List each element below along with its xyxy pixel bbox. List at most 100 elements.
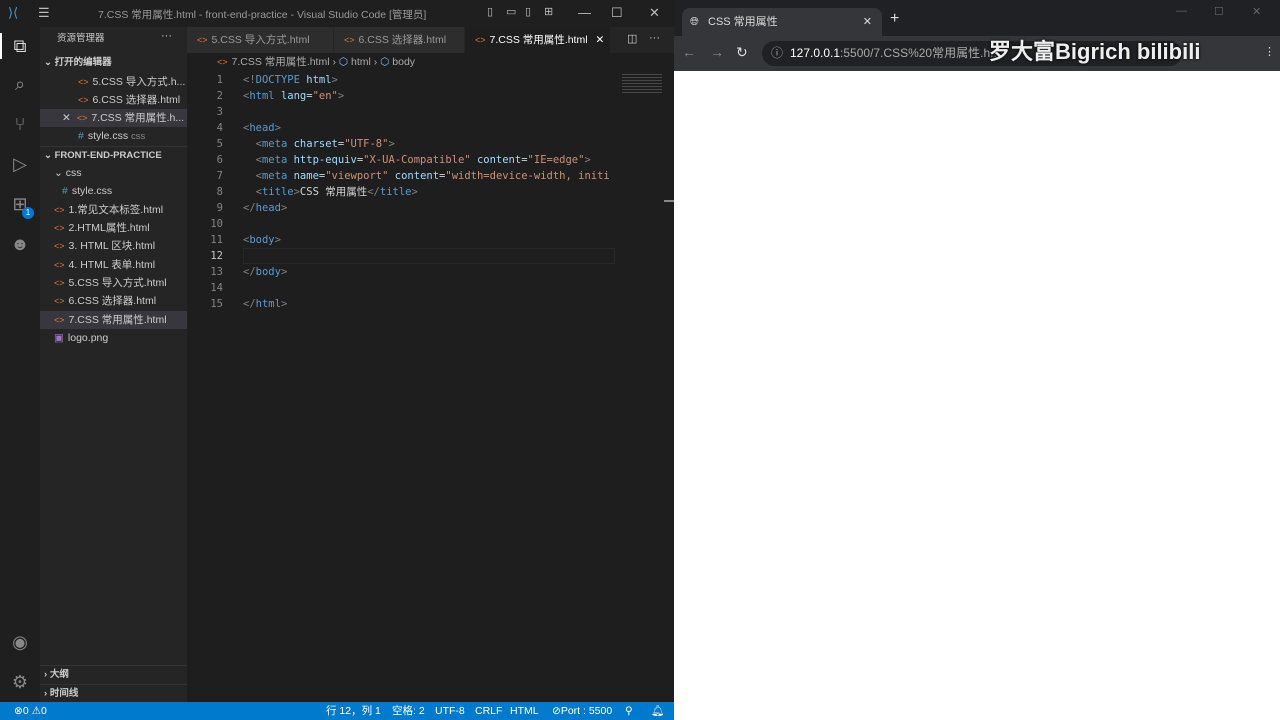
- globe-icon: 🌐︎: [690, 16, 699, 28]
- open-editor-item[interactable]: # style.css css: [40, 127, 187, 145]
- file-label: 4. HTML 表单.html: [68, 259, 156, 271]
- search-icon[interactable]: ⌕: [9, 73, 31, 95]
- activity-bar: ⧉ ⌕ ⑂ ▷ ⊞ 1 ☻ ◉ ⚙: [0, 27, 40, 702]
- close-icon[interactable]: ✕: [62, 112, 71, 124]
- file-label: style.css: [71, 185, 113, 197]
- file-item[interactable]: <> 1.常见文本标签.html: [40, 201, 187, 219]
- timeline-label: 时间线: [49, 688, 79, 699]
- explorer-sidebar: 资源管理器 ··· ⌄ 打开的编辑器 <> 5.CSS 导入方式.h... <> 6…: [40, 27, 187, 702]
- minimize-button[interactable]: —: [578, 5, 591, 20]
- notifications-bell-icon[interactable]: 🔔︎: [651, 702, 664, 720]
- file-item[interactable]: <> 5.CSS 导入方式.html: [40, 274, 187, 292]
- back-icon[interactable]: ←: [682, 44, 696, 60]
- browser-tab-title: CSS 常用属性: [708, 16, 778, 28]
- file-item-selected[interactable]: <> 7.CSS 常用属性.html: [40, 311, 187, 329]
- source-control-icon[interactable]: ⑂: [9, 113, 31, 135]
- file-label: 6.CSS 选择器.html: [68, 295, 157, 307]
- encoding[interactable]: UTF-8: [435, 702, 465, 720]
- language-mode[interactable]: HTML: [510, 702, 539, 720]
- folder-hint: css: [131, 131, 146, 142]
- scrollbar[interactable]: [664, 200, 674, 202]
- tab-css-import[interactable]: <> 5.CSS 导入方式.html: [187, 27, 333, 53]
- file-item[interactable]: <> 3. HTML 区块.html: [40, 237, 187, 255]
- maximize-button[interactable]: ☐: [1214, 5, 1224, 18]
- breadcrumb: <> 7.CSS 常用属性.html › ⬡ html › ⬡ body: [217, 56, 416, 68]
- open-editor-label: 6.CSS 选择器.html: [92, 94, 181, 106]
- vscode-window: ⟩⟨ ☰ 7.CSS 常用属性.html - front-end-practic…: [0, 0, 674, 720]
- breadcrumb-html[interactable]: html: [351, 56, 371, 68]
- url-host: 127.0.0.1: [790, 46, 841, 60]
- minimize-button[interactable]: —: [1176, 5, 1187, 17]
- browser-tab[interactable]: 🌐︎ CSS 常用属性 ✕: [682, 8, 882, 36]
- menu-icon[interactable]: ☰: [38, 5, 50, 21]
- run-debug-icon[interactable]: ▷: [9, 153, 31, 175]
- project-label: FRONT-END-PRACTICE: [54, 150, 162, 161]
- file-label: 3. HTML 区块.html: [68, 240, 156, 252]
- open-editor-label: style.css: [87, 130, 129, 142]
- file-item[interactable]: # style.css: [40, 182, 187, 200]
- copilot-icon[interactable]: ☻: [9, 233, 31, 255]
- problems-indicator[interactable]: ⊗0 ⚠0: [14, 702, 47, 720]
- close-button[interactable]: ✕: [649, 5, 660, 21]
- new-tab-button[interactable]: +: [890, 10, 899, 28]
- file-label: 7.CSS 常用属性.html: [68, 314, 167, 326]
- cursor-position[interactable]: 行 12，列 1: [326, 702, 381, 720]
- browser-menu-icon[interactable]: ⋮: [1264, 45, 1275, 58]
- minimap[interactable]: [622, 74, 662, 94]
- open-editor-item[interactable]: <> 6.CSS 选择器.html: [40, 91, 187, 109]
- file-item[interactable]: <> 6.CSS 选择器.html: [40, 292, 187, 310]
- project-header[interactable]: ⌄ FRONT-END-PRACTICE: [40, 146, 187, 164]
- window-title: 7.CSS 常用属性.html - front-end-practice - V…: [98, 9, 427, 21]
- element-icon: ⬡: [338, 56, 349, 68]
- video-watermark: 罗大富Bigrich bilibili: [989, 39, 1201, 64]
- file-item[interactable]: ▣ logo.png: [40, 329, 187, 347]
- close-button[interactable]: ✕: [1252, 5, 1261, 18]
- file-item[interactable]: <> 4. HTML 表单.html: [40, 256, 187, 274]
- feedback-icon[interactable]: ⚲: [625, 702, 633, 720]
- toggle-panel-icon[interactable]: ▭: [506, 5, 516, 18]
- folder-label: css: [65, 167, 82, 179]
- settings-gear-icon[interactable]: ⚙: [9, 671, 31, 693]
- folder-css[interactable]: ⌄ css: [40, 164, 187, 182]
- reload-icon[interactable]: ↻: [736, 44, 748, 61]
- explorer-icon[interactable]: ⧉: [9, 35, 31, 57]
- open-editors-label: 打开的编辑器: [54, 57, 112, 68]
- tab-close-icon[interactable]: ✕: [863, 8, 872, 36]
- maximize-button[interactable]: ☐: [611, 5, 623, 21]
- tab-close-icon[interactable]: ✕: [596, 34, 605, 46]
- browser-tab-strip: 🌐︎ CSS 常用属性 ✕ + — ☐ ✕: [674, 0, 1280, 36]
- open-editor-item[interactable]: <> 5.CSS 导入方式.h...: [40, 73, 187, 91]
- open-editor-label: 7.CSS 常用属性.h...: [91, 112, 185, 124]
- tab-css-selector[interactable]: <> 6.CSS 选择器.html: [334, 27, 464, 53]
- more-actions-icon[interactable]: ···: [161, 30, 172, 42]
- title-bar: ⟩⟨ ☰ 7.CSS 常用属性.html - front-end-practic…: [0, 0, 674, 27]
- file-item[interactable]: <> 2.HTML属性.html: [40, 219, 187, 237]
- indentation[interactable]: 空格: 2: [392, 702, 425, 720]
- account-icon[interactable]: ◉: [9, 631, 31, 653]
- extensions-badge: 1: [22, 207, 34, 219]
- breadcrumb-body[interactable]: body: [392, 56, 415, 68]
- timeline-header[interactable]: › 时间线: [40, 684, 187, 702]
- forward-icon[interactable]: →: [710, 44, 724, 60]
- tab-label: 7.CSS 常用属性.html: [489, 34, 588, 46]
- open-editors-header[interactable]: ⌄ 打开的编辑器: [40, 54, 187, 72]
- more-actions-icon[interactable]: ···: [649, 32, 660, 44]
- toggle-sidebar-icon[interactable]: ▯: [487, 5, 493, 18]
- outline-header[interactable]: › 大纲: [40, 665, 187, 683]
- live-server-port[interactable]: ⊘Port : 5500: [552, 702, 612, 720]
- tab-css-properties[interactable]: <> 7.CSS 常用属性.html ✕: [465, 27, 610, 53]
- breadcrumb-file[interactable]: 7.CSS 常用属性.html: [232, 56, 330, 68]
- eol[interactable]: CRLF: [475, 702, 502, 720]
- page-content: [674, 71, 1280, 720]
- split-editor-icon[interactable]: ◫: [627, 32, 637, 45]
- open-editor-item-active[interactable]: ✕ <> 7.CSS 常用属性.h...: [40, 109, 187, 127]
- layout-icon[interactable]: ⊞: [544, 5, 553, 18]
- info-icon: ⓘ: [771, 46, 784, 60]
- image-file-icon: ▣: [54, 332, 64, 344]
- css-file-icon: #: [62, 185, 68, 197]
- editor-tabs: <> 5.CSS 导入方式.html <> 6.CSS 选择器.html <> 7.C…: [187, 27, 674, 53]
- toggle-secondary-icon[interactable]: ▯: [525, 5, 531, 18]
- element-icon: ⬡: [380, 56, 390, 68]
- code-viewport-content: width=device-width, initi: [451, 170, 610, 182]
- tab-label: 5.CSS 导入方式.html: [211, 34, 310, 46]
